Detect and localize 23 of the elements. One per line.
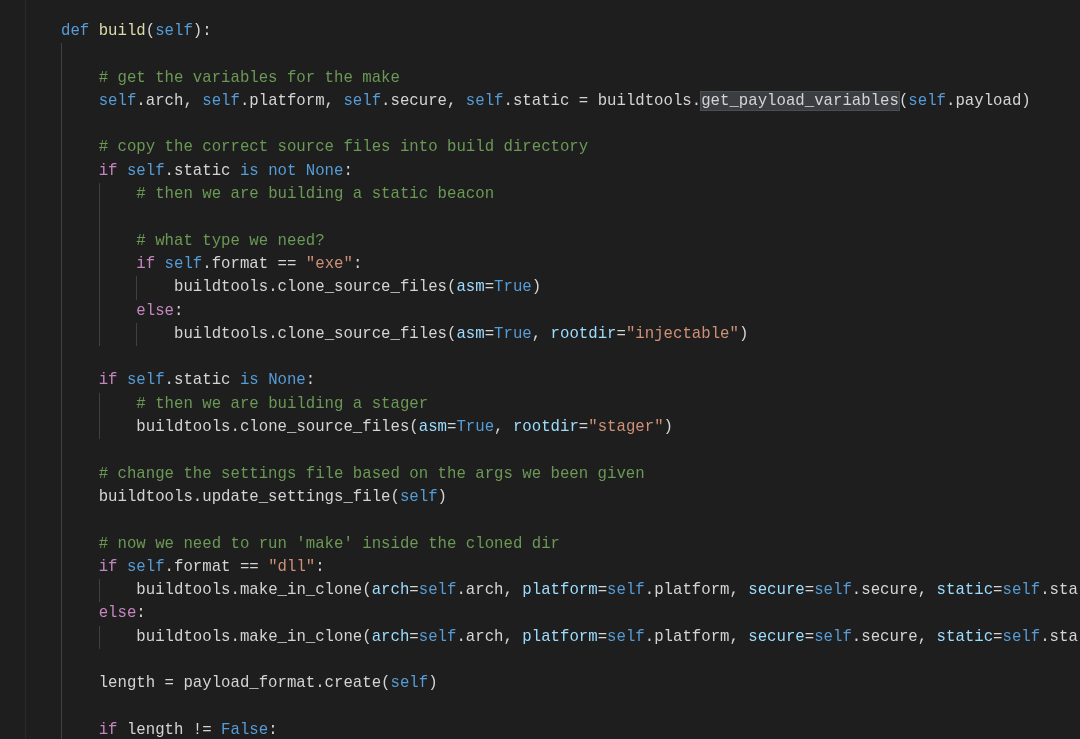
code-line: if self.format == "dll": bbox=[98, 556, 325, 578]
code-line: # what type we need? bbox=[136, 230, 325, 252]
code-line: if self.format == "exe": bbox=[136, 253, 363, 275]
code-line: # then we are building a static beacon bbox=[136, 184, 495, 206]
code-line: # get the variables for the make bbox=[98, 67, 400, 89]
code-line: buildtools.make_in_clone(arch=self.arch, platform=self.platform, secure=self.secure, static=self.sta bbox=[136, 626, 1078, 648]
code-line: if self.static is not None: bbox=[98, 160, 353, 182]
code-line: buildtools.make_in_clone(arch=self.arch, platform=self.platform, secure=self.secure, static=self.sta bbox=[136, 580, 1078, 602]
code-line: buildtools.update_settings_file(self) bbox=[98, 486, 447, 508]
code-line: # copy the correct source files into build directory bbox=[98, 137, 589, 159]
code-line: buildtools.clone_source_files(asm=True, rootdir="injectable") bbox=[174, 323, 749, 345]
code-line: def build(self): bbox=[61, 21, 212, 42]
code-line: # now we need to run 'make' inside the cloned dir bbox=[98, 533, 560, 555]
code-line: buildtools.clone_source_files(asm=True) bbox=[174, 277, 542, 299]
code-line: length = payload_format.create(self) bbox=[98, 673, 438, 695]
code-line: else: bbox=[98, 603, 146, 625]
code-line: if length != False: bbox=[98, 719, 278, 739]
code-line: self.arch, self.platform, self.secure, self.static = buildtools.get_payload_variables(self.payload) bbox=[98, 90, 1031, 112]
code-line: # change the settings file based on the args we been given bbox=[98, 463, 645, 485]
code-line: if self.static is None: bbox=[98, 370, 316, 392]
code-line: else: bbox=[136, 300, 184, 322]
code-line: # then we are building a stager bbox=[136, 393, 429, 415]
code-line: buildtools.clone_source_files(asm=True, rootdir="stager") bbox=[136, 417, 673, 439]
